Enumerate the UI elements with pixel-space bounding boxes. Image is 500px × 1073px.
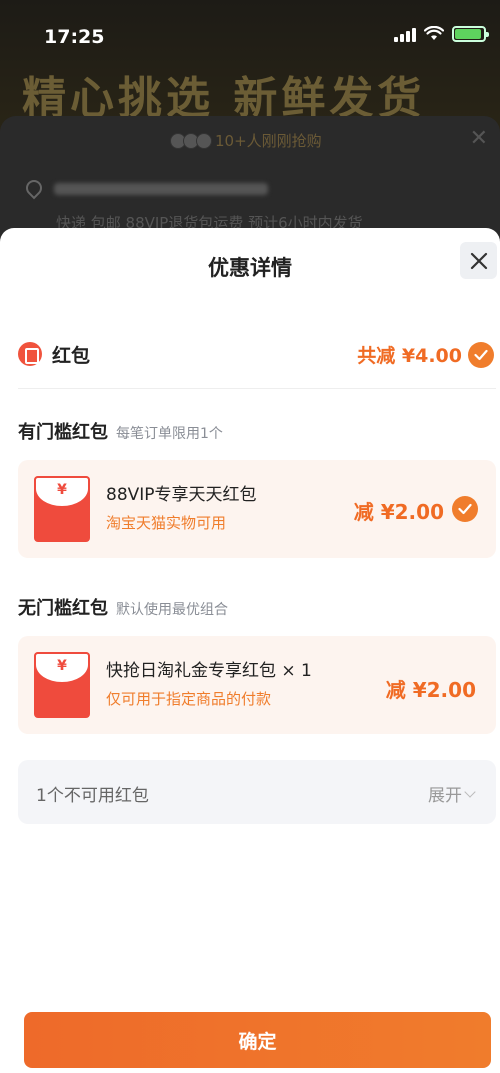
- expand-label: 展开: [428, 786, 462, 806]
- unavailable-red-packets[interactable]: 1个不可用红包 展开: [18, 760, 496, 824]
- coupon-subtitle: 淘宝天猫实物可用: [106, 514, 227, 532]
- status-time: 17:25: [44, 26, 105, 48]
- coupon-title: 快抢日淘礼金专享红包 × 1: [106, 661, 312, 681]
- coupon-amount: 减 ¥2.00: [353, 500, 444, 524]
- sheet-title: 优惠详情: [208, 256, 292, 280]
- threshold-section-note: 每笔订单限用1个: [116, 426, 223, 442]
- red-packet-summary: 红包 共减 ¥4.00: [18, 338, 496, 372]
- summary-check-icon: [468, 342, 494, 368]
- coupon-88vip-daily[interactable]: ¥ 88VIP专享天天红包 淘宝天猫实物可用 减 ¥2.00: [18, 460, 496, 558]
- confirm-button[interactable]: 确定: [24, 1012, 491, 1068]
- threshold-section-header: 有门槛红包 每笔订单限用1个: [18, 418, 223, 444]
- battery-icon: [452, 26, 489, 42]
- coupon-subtitle: 仅可用于指定商品的付款: [106, 690, 272, 708]
- coupon-japan-gift[interactable]: ¥ 快抢日淘礼金专享红包 × 1 仅可用于指定商品的付款 减 ¥2.00: [18, 636, 496, 734]
- envelope-icon: ¥: [34, 652, 90, 718]
- unavailable-label: 1个不可用红包: [36, 786, 149, 806]
- blurred-address: [54, 183, 268, 195]
- divider: [18, 388, 496, 389]
- coupon-check-icon[interactable]: [452, 496, 478, 522]
- coupon-amount: 减 ¥2.00: [385, 678, 476, 702]
- status-bar: 17:25: [0, 0, 500, 70]
- close-icon: [470, 252, 487, 269]
- envelope-icon: ¥: [34, 476, 90, 542]
- close-button[interactable]: [460, 242, 497, 279]
- signal-icon: [394, 26, 416, 42]
- expand-button[interactable]: 展开: [428, 781, 476, 806]
- background-close-icon: ✕: [469, 126, 488, 151]
- buyers-text: 10+人刚刚抢购: [215, 132, 322, 150]
- chevron-down-icon: [464, 785, 476, 798]
- threshold-section-title: 有门槛红包: [18, 422, 108, 443]
- discount-detail-sheet: 优惠详情 红包 共减 ¥4.00 有门槛红包 每笔订单限用1个 ¥ 88VIP专…: [0, 228, 500, 1073]
- buyer-avatars: [170, 132, 212, 149]
- wifi-icon: [424, 26, 444, 40]
- status-icons: [394, 26, 489, 42]
- summary-label: 红包: [52, 345, 91, 367]
- summary-total: 共减 ¥4.00: [357, 345, 462, 367]
- coupon-title: 88VIP专享天天红包: [106, 485, 257, 505]
- no-threshold-section-title: 无门槛红包: [18, 598, 108, 619]
- buyers-indicator: 10+人刚刚抢购: [170, 130, 322, 151]
- no-threshold-section-note: 默认使用最优组合: [116, 602, 228, 618]
- red-packet-icon: [18, 342, 42, 366]
- no-threshold-section-header: 无门槛红包 默认使用最优组合: [18, 594, 228, 620]
